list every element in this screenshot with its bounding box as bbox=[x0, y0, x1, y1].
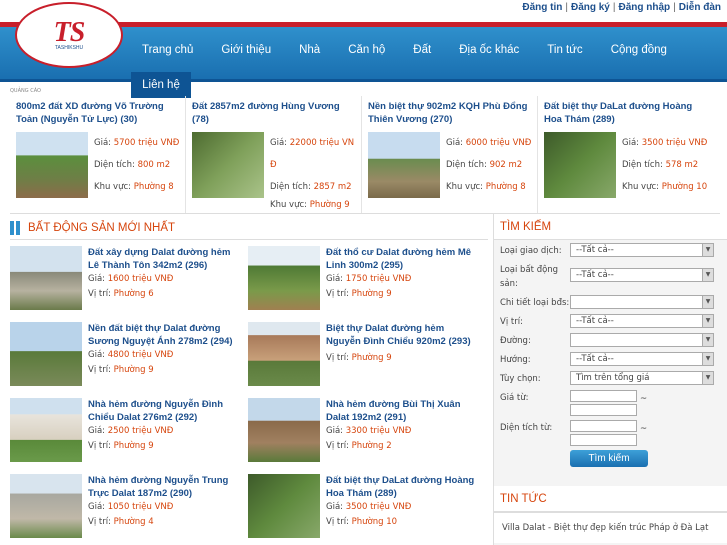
listing-card[interactable]: Đất xây dựng Dalat đường hẻm Lê Thành Tô… bbox=[10, 244, 248, 320]
featured-card[interactable]: 800m2 đất XD đường Võ Trường Toản (Nguyễ… bbox=[10, 96, 186, 213]
nav-apartment[interactable]: Căn hộ bbox=[334, 44, 399, 56]
nav-contact[interactable]: Liên hệ bbox=[131, 72, 191, 98]
listing-card[interactable]: Đất thổ cư Dalat đường hẻm Mê Linh 300m2… bbox=[248, 244, 486, 320]
property-photo[interactable] bbox=[368, 132, 440, 198]
featured-listings: 800m2 đất XD đường Võ Trường Toản (Nguyễ… bbox=[10, 96, 720, 214]
property-photo[interactable] bbox=[16, 132, 88, 198]
listing-title[interactable]: Nền đất biệt thự Dalat đường Sương Nguyệ… bbox=[88, 322, 240, 348]
property-photo[interactable] bbox=[248, 322, 320, 386]
main-nav: Trang chủ Giới thiệu Nhà Căn hộ Đất Địa … bbox=[128, 27, 681, 72]
listing-title[interactable]: Đất thổ cư Dalat đường hẻm Mê Linh 300m2… bbox=[326, 246, 478, 272]
property-photo[interactable] bbox=[192, 132, 264, 198]
chevron-down-icon: ▼ bbox=[702, 334, 713, 346]
featured-title[interactable]: Đất biệt thự DaLat đường Hoàng Hoa Thám … bbox=[544, 100, 710, 128]
listing-card[interactable]: Nhà hẻm đường Bùi Thị Xuân Dalat 192m2 (… bbox=[248, 396, 486, 472]
section-title: BẤT ĐỘNG SẢN MỚI NHẤT bbox=[28, 221, 176, 234]
featured-title[interactable]: 800m2 đất XD đường Võ Trường Toản (Nguyễ… bbox=[16, 100, 181, 128]
chevron-down-icon: ▼ bbox=[702, 269, 713, 281]
featured-title[interactable]: Đất 2857m2 đường Hùng Vương (78) bbox=[192, 100, 357, 128]
chevron-down-icon: ▼ bbox=[702, 296, 713, 308]
featured-card[interactable]: Nền biệt thự 902m2 KQH Phù Đổng Thiên Vư… bbox=[362, 96, 538, 213]
chevron-down-icon: ▼ bbox=[702, 372, 713, 384]
post-listing-link[interactable]: Đăng tin bbox=[522, 2, 562, 13]
nav-house[interactable]: Nhà bbox=[285, 44, 334, 56]
listing-title[interactable]: Đất xây dựng Dalat đường hẻm Lê Thành Tô… bbox=[88, 246, 240, 272]
listing-title[interactable]: Nhà hẻm đường Nguyễn Trung Trực Dalat 18… bbox=[88, 474, 240, 500]
nav-other-realestate[interactable]: Địa ốc khác bbox=[445, 44, 533, 56]
top-links: Đăng tin | Đăng ký | Đăng nhập | Diễn đàn bbox=[522, 2, 721, 13]
chevron-down-icon: ▼ bbox=[702, 244, 713, 256]
street-select[interactable]: ▼ bbox=[570, 333, 714, 347]
nav-about[interactable]: Giới thiệu bbox=[207, 44, 285, 56]
nav-home[interactable]: Trang chủ bbox=[128, 44, 207, 56]
chevron-down-icon: ▼ bbox=[702, 315, 713, 327]
new-listings-header: BẤT ĐỘNG SẢN MỚI NHẤT bbox=[10, 216, 488, 240]
login-link[interactable]: Đăng nhập bbox=[618, 2, 670, 13]
section-bar-icon bbox=[16, 220, 20, 235]
section-bar-icon bbox=[10, 220, 14, 235]
featured-title[interactable]: Nền biệt thự 902m2 KQH Phù Đổng Thiên Vư… bbox=[368, 100, 533, 128]
listing-title[interactable]: Biệt thự Dalat đường hẻm Nguyễn Đình Chi… bbox=[326, 322, 478, 348]
listing-card[interactable]: Nhà hẻm đường Nguyễn Đình Chiểu Dalat 27… bbox=[10, 396, 248, 472]
property-detail-select[interactable]: ▼ bbox=[570, 295, 714, 309]
area-from-input[interactable] bbox=[570, 420, 637, 432]
site-logo[interactable]: TS TASHIKSHU bbox=[15, 2, 123, 68]
property-photo[interactable] bbox=[10, 398, 82, 462]
price-option-select[interactable]: Tìm trên tổng giá ▼ bbox=[570, 371, 714, 385]
new-listings-grid: Đất xây dựng Dalat đường hẻm Lê Thành Tô… bbox=[10, 244, 488, 545]
news-item[interactable]: Villa Dalat - Biệt thự đẹp kiến trúc Phá… bbox=[494, 512, 727, 543]
nav-news[interactable]: Tin tức bbox=[533, 44, 596, 56]
forum-link[interactable]: Diễn đàn bbox=[679, 2, 721, 13]
price-from-input[interactable] bbox=[570, 390, 637, 402]
listing-title[interactable]: Nhà hẻm đường Nguyễn Đình Chiểu Dalat 27… bbox=[88, 398, 240, 424]
search-title: TÌM KIẾM bbox=[494, 214, 727, 240]
listing-card[interactable]: Nền đất biệt thự Dalat đường Sương Nguyệ… bbox=[10, 320, 248, 396]
property-photo[interactable] bbox=[10, 474, 82, 538]
price-to-input[interactable] bbox=[570, 404, 637, 416]
property-photo[interactable] bbox=[10, 246, 82, 310]
search-button[interactable]: Tìm kiếm bbox=[570, 450, 648, 467]
listing-card[interactable]: Đất biệt thự DaLat đường Hoàng Hoa Thám … bbox=[248, 472, 486, 545]
location-select[interactable]: --Tất cả-- ▼ bbox=[570, 314, 714, 328]
property-photo[interactable] bbox=[248, 474, 320, 538]
register-link[interactable]: Đăng ký bbox=[571, 2, 610, 13]
sidebar: TÌM KIẾM Loại giao dịch: --Tất cả-- ▼ Loạ… bbox=[493, 214, 727, 545]
listing-title[interactable]: Nhà hẻm đường Bùi Thị Xuân Dalat 192m2 (… bbox=[326, 398, 478, 424]
ad-label: QUẢNG CÁO bbox=[10, 88, 41, 94]
property-photo[interactable] bbox=[248, 398, 320, 462]
featured-card[interactable]: Đất biệt thự DaLat đường Hoàng Hoa Thám … bbox=[538, 96, 714, 213]
news-section: TIN TỨC Villa Dalat - Biệt thự đẹp kiến … bbox=[494, 486, 727, 543]
nav-land[interactable]: Đất bbox=[399, 44, 445, 56]
property-photo[interactable] bbox=[248, 246, 320, 310]
property-type-select[interactable]: --Tất cả-- ▼ bbox=[570, 268, 714, 282]
property-photo[interactable] bbox=[544, 132, 616, 198]
transaction-type-select[interactable]: --Tất cả-- ▼ bbox=[570, 243, 714, 257]
search-form: Loại giao dịch: --Tất cả-- ▼ Loại bất độn… bbox=[494, 240, 727, 467]
nav-community[interactable]: Cộng đồng bbox=[597, 44, 681, 56]
listing-card[interactable]: Biệt thự Dalat đường hẻm Nguyễn Đình Chi… bbox=[248, 320, 486, 396]
area-to-input[interactable] bbox=[570, 434, 637, 446]
property-photo[interactable] bbox=[10, 322, 82, 386]
listing-title[interactable]: Đất biệt thự DaLat đường Hoàng Hoa Thám … bbox=[326, 474, 478, 500]
listing-card[interactable]: Nhà hẻm đường Nguyễn Trung Trực Dalat 18… bbox=[10, 472, 248, 545]
featured-card[interactable]: Đất 2857m2 đường Hùng Vương (78) Giá: 22… bbox=[186, 96, 362, 213]
news-title: TIN TỨC bbox=[494, 486, 727, 512]
direction-select[interactable]: --Tất cả-- ▼ bbox=[570, 352, 714, 366]
chevron-down-icon: ▼ bbox=[702, 353, 713, 365]
